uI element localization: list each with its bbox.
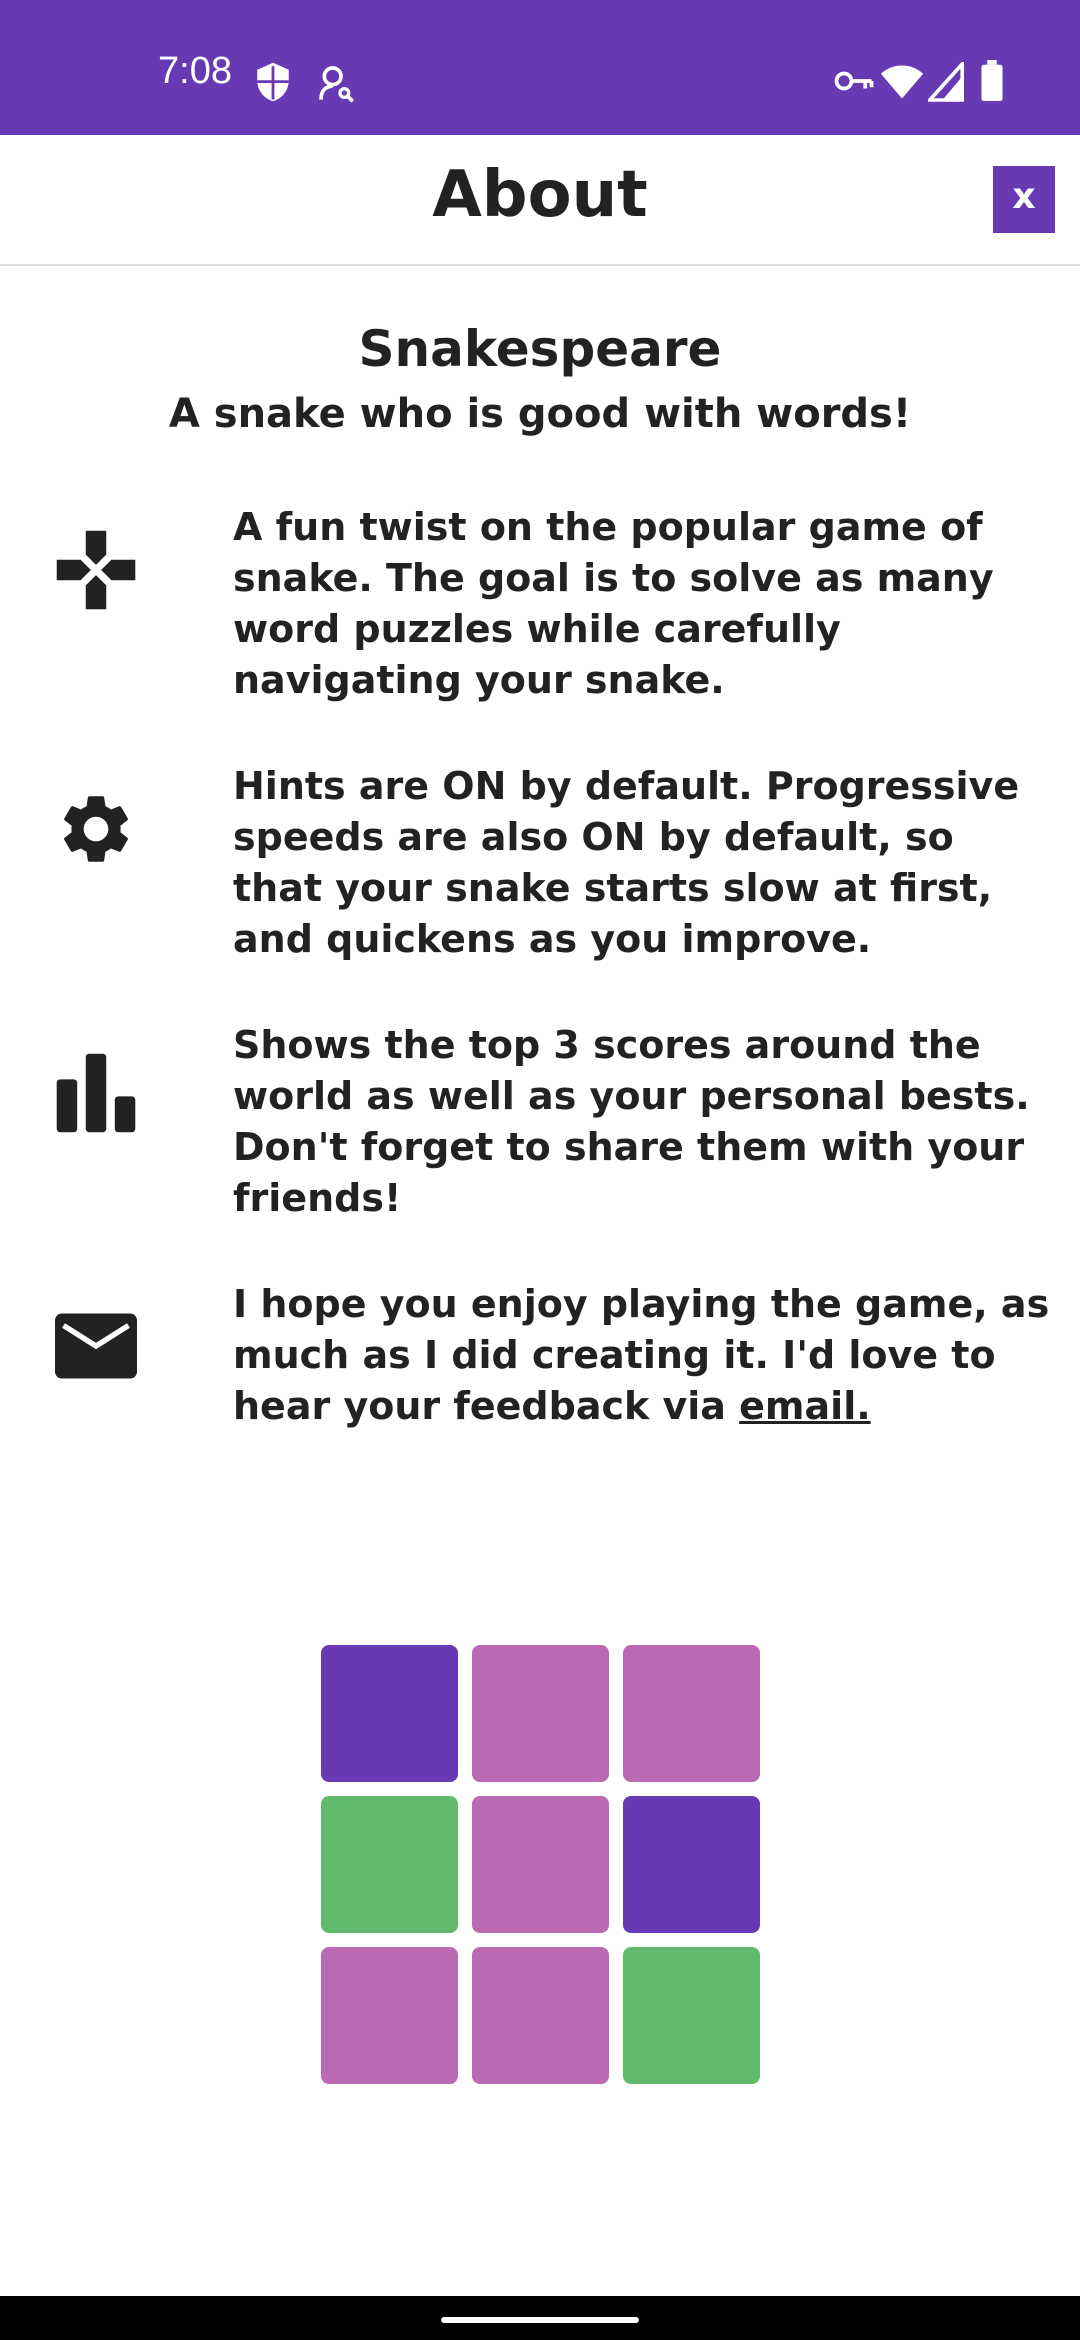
- tile-r3-c3: [623, 1947, 760, 2084]
- wifi-icon: [880, 65, 924, 99]
- mail-icon: [55, 1313, 137, 1379]
- feature-settings-text: Hints are ON by default. Progressive spe…: [233, 764, 1020, 961]
- vpn-key-icon: [834, 71, 874, 91]
- tile-r2-c3: [623, 1796, 760, 1933]
- account-key-icon: [319, 66, 354, 103]
- battery-icon: [981, 60, 1003, 102]
- status-time: 7:08: [158, 50, 232, 92]
- tile-r1-c1: [321, 1645, 458, 1782]
- gamepad-icon: [56, 530, 136, 610]
- app-title: Snakespeare: [358, 320, 722, 378]
- tile-r2-c2: [472, 1796, 609, 1933]
- feedback-text: I hope you enjoy playing the game, as mu…: [233, 1282, 1050, 1428]
- home-gesture-handle[interactable]: [441, 2317, 639, 2323]
- feature-feedback-text: I hope you enjoy playing the game, as mu…: [233, 1279, 1053, 1432]
- tile-r3-c1: [321, 1947, 458, 2084]
- tile-r2-c1: [321, 1796, 458, 1933]
- feature-leaderboard-text: Shows the top 3 scores around the world …: [233, 1023, 1030, 1220]
- email-link[interactable]: email.: [739, 1384, 871, 1428]
- feature-gameplay-text: A fun twist on the popular game of snake…: [233, 505, 994, 702]
- tile-r1-c2: [472, 1645, 609, 1782]
- status-bar: 7:08: [0, 0, 1080, 135]
- tile-r1-c3: [623, 1645, 760, 1782]
- close-button[interactable]: x: [993, 166, 1055, 233]
- bar-chart-icon: [56, 1053, 136, 1133]
- navigation-bar: [0, 2296, 1080, 2340]
- page-title: About: [432, 158, 648, 232]
- tile-r3-c2: [472, 1947, 609, 2084]
- shield-icon: [257, 62, 289, 102]
- header: About x: [0, 135, 1080, 266]
- app-tagline: A snake who is good with words!: [168, 391, 912, 437]
- signal-icon: [928, 62, 964, 102]
- gear-icon: [64, 796, 128, 862]
